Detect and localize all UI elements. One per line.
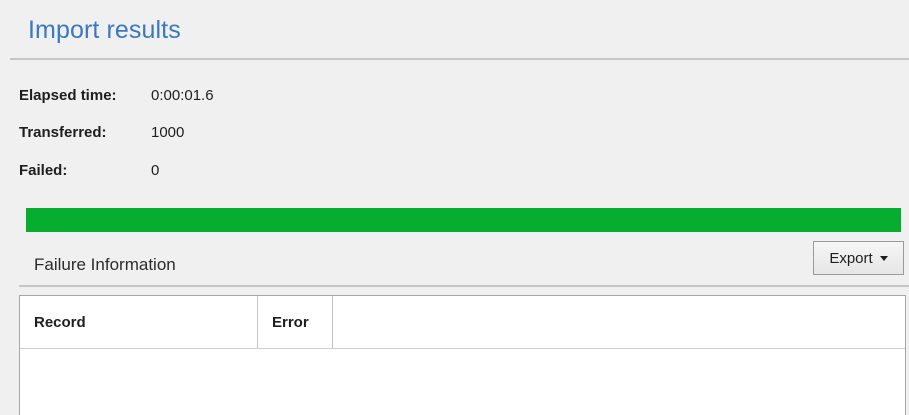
grid-header: Record Error [20,296,905,349]
chevron-down-icon [879,256,888,261]
page-title: Import results [28,16,181,44]
import-results-panel: Import results Elapsed time: 0:00:01.6 T… [0,0,909,415]
elapsed-time-value: 0:00:01.6 [151,87,214,104]
failed-label: Failed: [19,162,68,179]
transferred-label: Transferred: [19,124,107,141]
export-button[interactable]: Export [813,241,904,275]
section-divider [19,285,909,287]
elapsed-time-label: Elapsed time: [19,87,117,104]
transferred-value: 1000 [151,124,185,141]
title-divider [10,58,909,60]
column-header-record[interactable]: Record [20,296,258,348]
column-header-error[interactable]: Error [258,296,333,348]
progress-bar [26,208,901,232]
failure-grid: Record Error [19,295,906,415]
failed-value: 0 [151,162,160,179]
progress-bar-fill [26,208,901,232]
column-header-filler [333,296,905,348]
failure-information-label: Failure Information [34,255,176,274]
export-button-label: Export [829,249,873,267]
